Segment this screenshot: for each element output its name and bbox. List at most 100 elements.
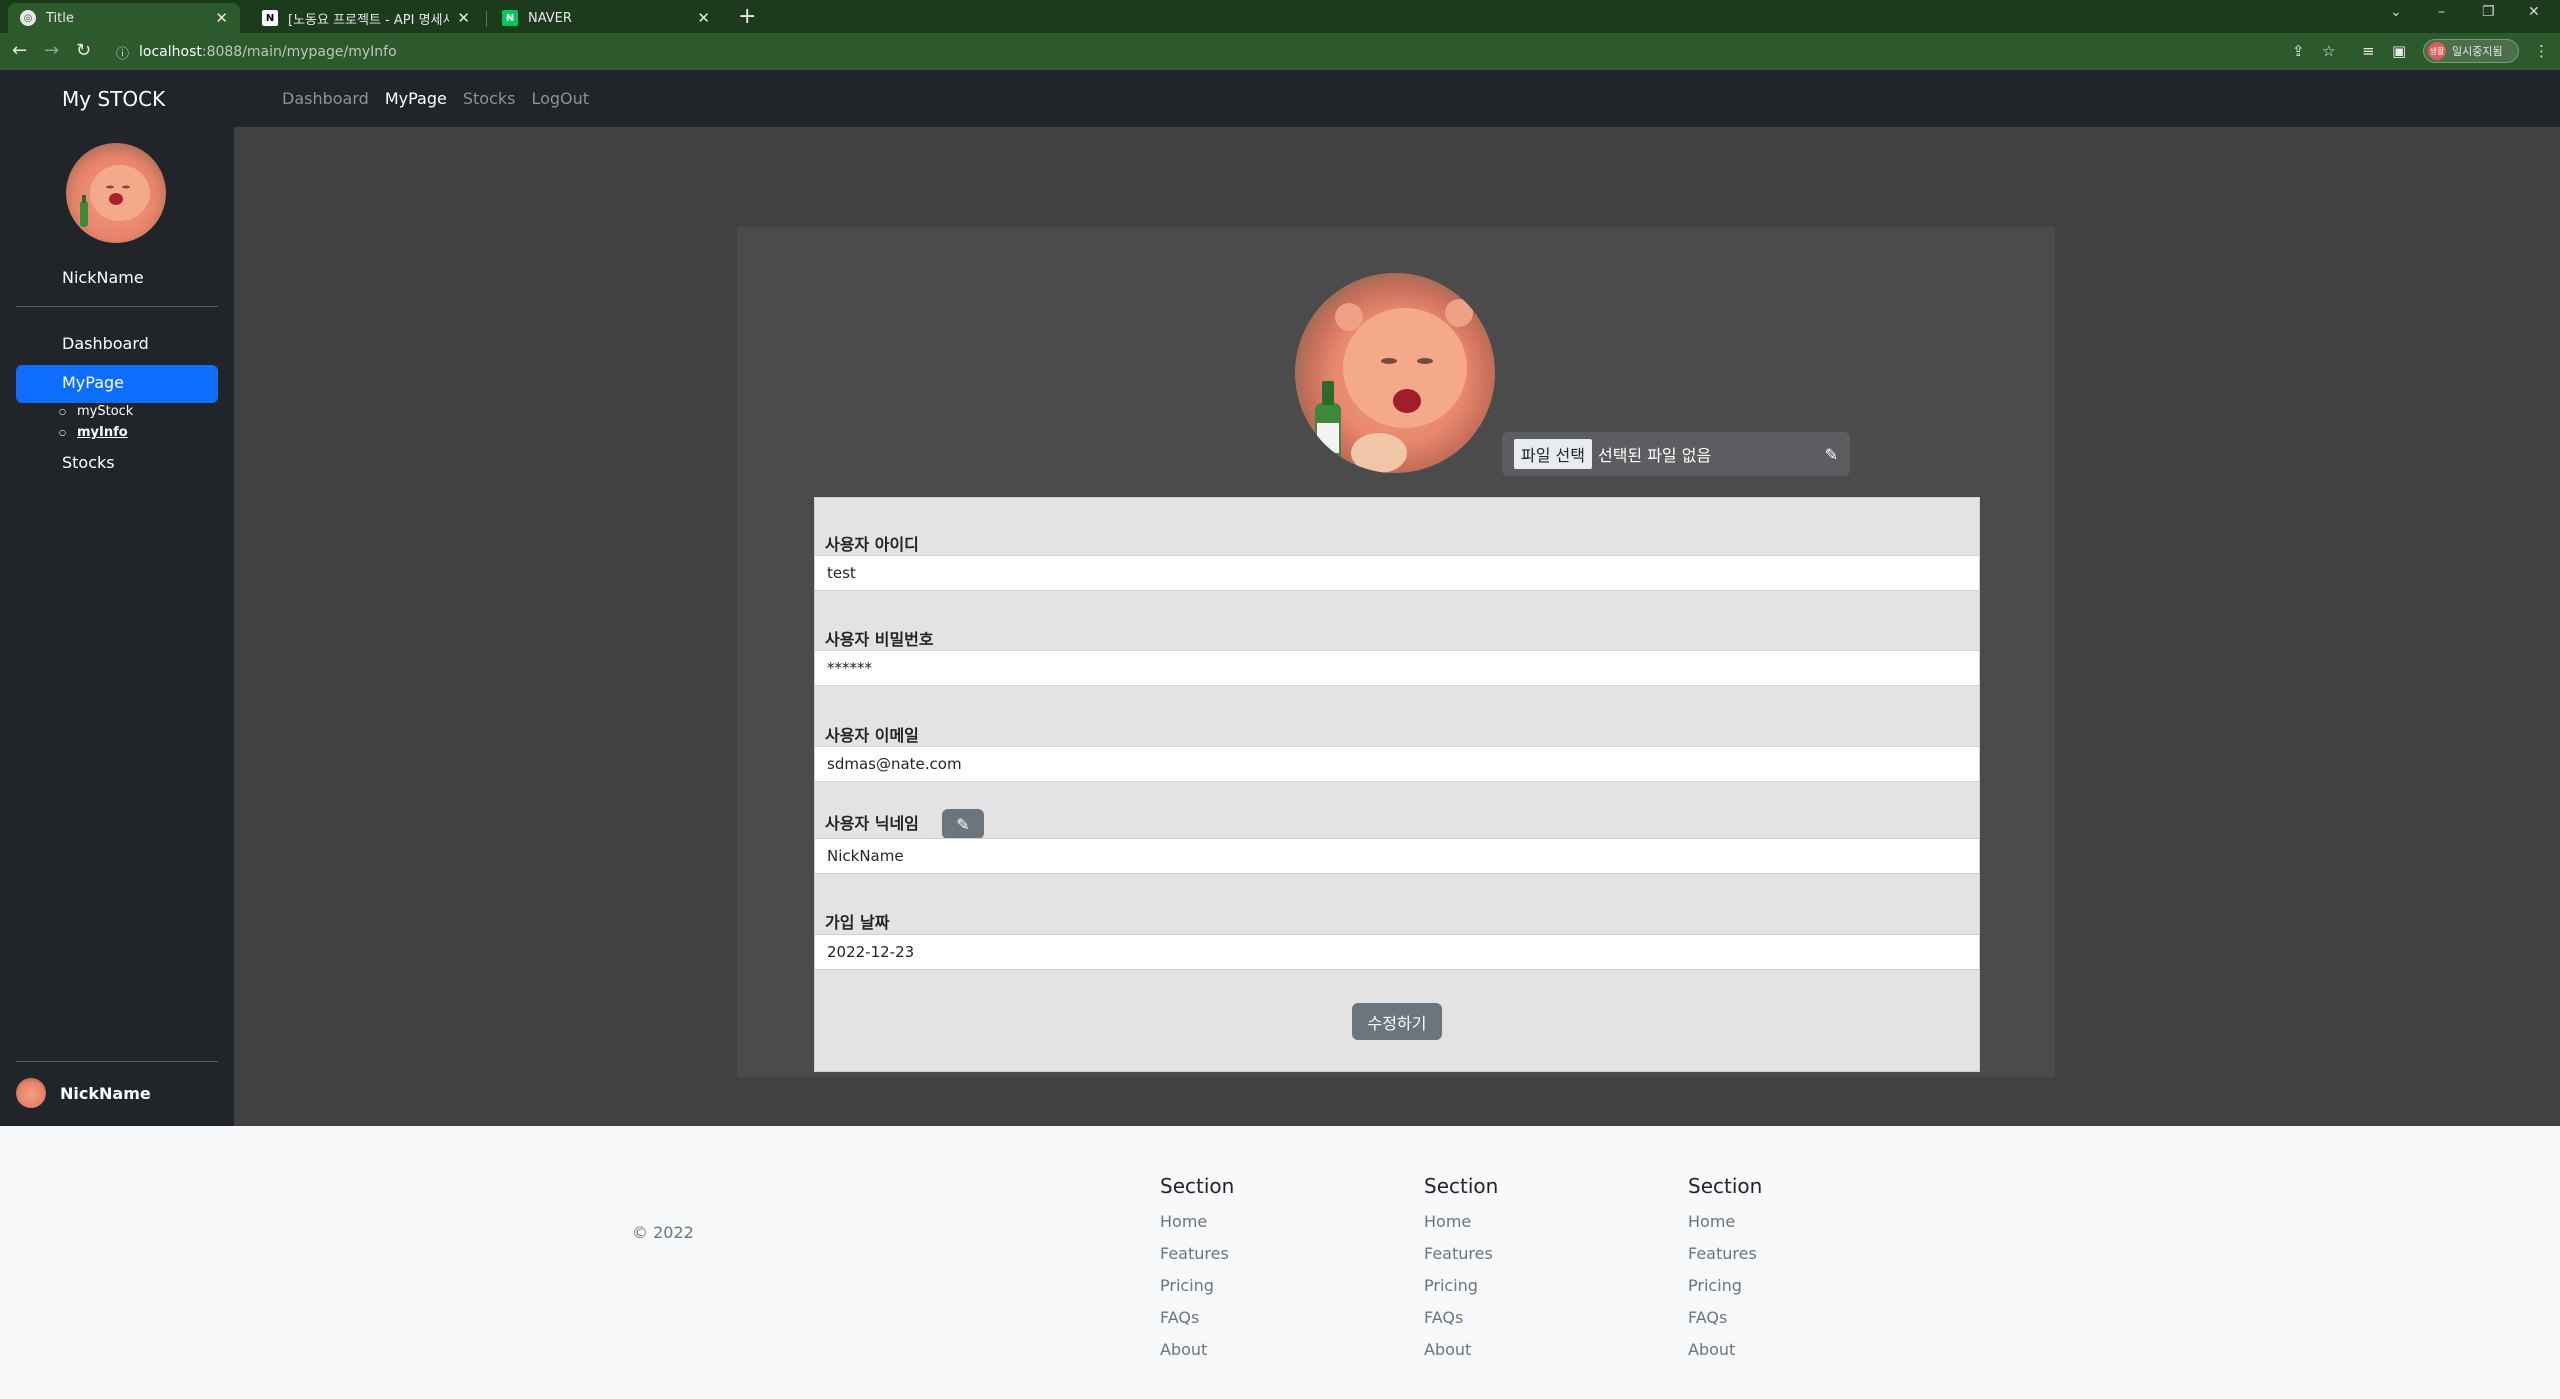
footer-section-heading: Section <box>1688 1174 1763 1198</box>
close-tab-icon[interactable]: ✕ <box>697 9 710 27</box>
globe-icon: ◎ <box>20 10 36 26</box>
sidebar-nickname: NickName <box>62 268 144 287</box>
sidebar-divider <box>16 306 218 307</box>
tab-separator <box>486 11 487 27</box>
reading-list-icon[interactable]: ≡ <box>2362 42 2375 60</box>
pencil-icon[interactable]: ✎ <box>1825 445 1838 464</box>
update-submit-button[interactable]: 수정하기 <box>1352 1003 1442 1040</box>
footer-link-features[interactable]: Features <box>1424 1238 1498 1270</box>
url-path: :8088/main/mypage/myInfo <box>201 44 397 60</box>
close-tab-icon[interactable]: ✕ <box>215 9 228 27</box>
footer-link-about[interactable]: About <box>1424 1334 1498 1366</box>
footer-link-faqs[interactable]: FAQs <box>1688 1302 1762 1334</box>
minimize-icon[interactable]: – <box>2438 4 2445 20</box>
sidebar-user-avatar <box>16 1078 46 1108</box>
close-window-icon[interactable]: ✕ <box>2528 4 2540 20</box>
sidebar-item-dashboard[interactable]: Dashboard <box>16 326 218 364</box>
back-icon[interactable]: ← <box>12 40 27 61</box>
footer-section-3: Section Home Features Pricing FAQs About <box>1688 1174 1762 1366</box>
footer-link-pricing[interactable]: Pricing <box>1424 1270 1498 1302</box>
join-date-field: 2022-12-23 <box>815 934 1979 970</box>
sidebar-item-label: MyPage <box>62 373 125 392</box>
top-nav-links: Dashboard MyPage Stocks LogOut <box>282 89 589 108</box>
sidebar-item-stocks[interactable]: Stocks <box>16 445 218 483</box>
sidebar-subitem-myinfo[interactable]: myInfo <box>59 425 128 440</box>
profile-panel: 파일 선택 선택된 파일 없음 ✎ 사용자 아이디 test 사용자 비밀번호 … <box>737 227 2055 1077</box>
file-status-text: 선택된 파일 없음 <box>1597 446 1712 465</box>
sidebar-item-mypage[interactable]: MyPage <box>16 365 218 403</box>
browser-tab-title[interactable]: ◎ Title ✕ <box>8 3 240 33</box>
footer-section-heading: Section <box>1424 1174 1499 1198</box>
bookmark-star-icon[interactable]: ☆ <box>2322 42 2335 60</box>
nav-link-dashboard[interactable]: Dashboard <box>282 89 369 108</box>
side-panel-icon[interactable]: ▣ <box>2392 42 2406 60</box>
footer-link-home[interactable]: Home <box>1424 1206 1498 1238</box>
naver-icon: N <box>502 10 518 26</box>
notion-icon: N <box>262 10 278 26</box>
nav-link-logout[interactable]: LogOut <box>531 89 589 108</box>
sidebar-item-label: Stocks <box>62 453 115 472</box>
profile-button[interactable]: 생활 일시중지됨 <box>2423 39 2519 63</box>
nav-link-stocks[interactable]: Stocks <box>463 89 516 108</box>
sidebar-avatar <box>66 143 166 243</box>
share-icon[interactable]: ⇪ <box>2292 42 2305 60</box>
restore-icon[interactable]: ❐ <box>2482 4 2495 20</box>
tab-search-icon[interactable]: ⌄ <box>2390 4 2402 20</box>
footer-section-1: Section Home Features Pricing FAQs About <box>1160 1174 1234 1366</box>
character-profile-image <box>1315 299 1473 473</box>
edit-nickname-button[interactable]: ✎ <box>942 809 984 839</box>
nav-link-mypage[interactable]: MyPage <box>385 89 447 108</box>
footer-link-pricing[interactable]: Pricing <box>1688 1270 1762 1302</box>
browser-tab-notion[interactable]: N [노동요 프로젝트 - API 명세서] · ✕ <box>250 3 482 33</box>
brand-logo[interactable]: My STOCK <box>62 87 165 111</box>
tab-title-label: [노동요 프로젝트 - API 명세서] · <box>288 12 450 28</box>
choose-file-button[interactable]: 파일 선택 <box>1514 439 1592 469</box>
footer-link-about[interactable]: About <box>1688 1334 1762 1366</box>
sidebar-subitem-mystock[interactable]: myStock <box>59 404 133 419</box>
user-nickname-label: 사용자 닉네임 <box>825 814 919 833</box>
app-navbar: My STOCK Dashboard MyPage Stocks LogOut <box>0 70 2560 127</box>
footer-link-pricing[interactable]: Pricing <box>1160 1270 1234 1302</box>
sidebar-item-label: Dashboard <box>62 334 149 353</box>
sidebar-divider-bottom <box>16 1061 218 1062</box>
new-tab-icon[interactable]: + <box>738 4 756 29</box>
url-host: localhost <box>139 44 202 60</box>
footer-link-features[interactable]: Features <box>1160 1238 1234 1270</box>
user-nickname-field[interactable]: NickName <box>815 838 1979 874</box>
page-footer: © 2022 Section Home Features Pricing FAQ… <box>0 1126 2560 1399</box>
browser-tab-naver[interactable]: N NAVER ✕ <box>490 3 722 33</box>
footer-section-heading: Section <box>1160 1174 1235 1198</box>
user-email-field[interactable]: sdmas@nate.com <box>815 746 1979 782</box>
sidebar-user-name: NickName <box>60 1083 151 1103</box>
footer-link-faqs[interactable]: FAQs <box>1424 1302 1498 1334</box>
user-info-form: 사용자 아이디 test 사용자 비밀번호 ****** 사용자 이메일 sdm… <box>814 497 1980 1072</box>
pencil-icon: ✎ <box>956 814 970 834</box>
profile-avatar <box>1295 273 1495 473</box>
footer-link-faqs[interactable]: FAQs <box>1160 1302 1234 1334</box>
footer-link-about[interactable]: About <box>1160 1334 1234 1366</box>
join-date-label: 가입 날짜 <box>825 913 890 932</box>
profile-status-label: 일시중지됨 <box>2452 45 2503 58</box>
profile-image-file-input[interactable]: 파일 선택 선택된 파일 없음 ✎ <box>1502 432 1850 476</box>
reload-icon[interactable]: ↻ <box>76 40 91 61</box>
menu-kebab-icon[interactable]: ⋮ <box>2534 42 2549 60</box>
user-password-label: 사용자 비밀번호 <box>825 630 934 649</box>
browser-address-bar: ← → ↻ ⓘ localhost:8088/main/mypage/myInf… <box>0 33 2560 70</box>
footer-link-home[interactable]: Home <box>1160 1206 1234 1238</box>
site-info-icon[interactable]: ⓘ <box>116 43 129 62</box>
user-password-field[interactable]: ****** <box>815 650 1979 686</box>
copyright-text: © 2022 <box>632 1223 694 1242</box>
footer-link-features[interactable]: Features <box>1688 1238 1762 1270</box>
main-content: 파일 선택 선택된 파일 없음 ✎ 사용자 아이디 test 사용자 비밀번호 … <box>234 127 2560 1126</box>
url-field[interactable]: ⓘ localhost:8088/main/mypage/myInfo <box>110 38 2550 66</box>
user-id-field[interactable]: test <box>815 555 1979 591</box>
browser-tab-bar: ◎ Title ✕ N [노동요 프로젝트 - API 명세서] · ✕ N N… <box>0 0 2560 33</box>
close-tab-icon[interactable]: ✕ <box>457 9 470 27</box>
footer-link-home[interactable]: Home <box>1688 1206 1762 1238</box>
sidebar-user-menu[interactable]: NickName <box>16 1078 151 1108</box>
tab-title-label: NAVER <box>528 10 572 26</box>
sidebar: NickName Dashboard MyPage myStock myInfo… <box>0 127 234 1126</box>
user-email-label: 사용자 이메일 <box>825 726 919 745</box>
forward-icon[interactable]: → <box>44 40 59 61</box>
character-avatar-image <box>80 165 150 227</box>
